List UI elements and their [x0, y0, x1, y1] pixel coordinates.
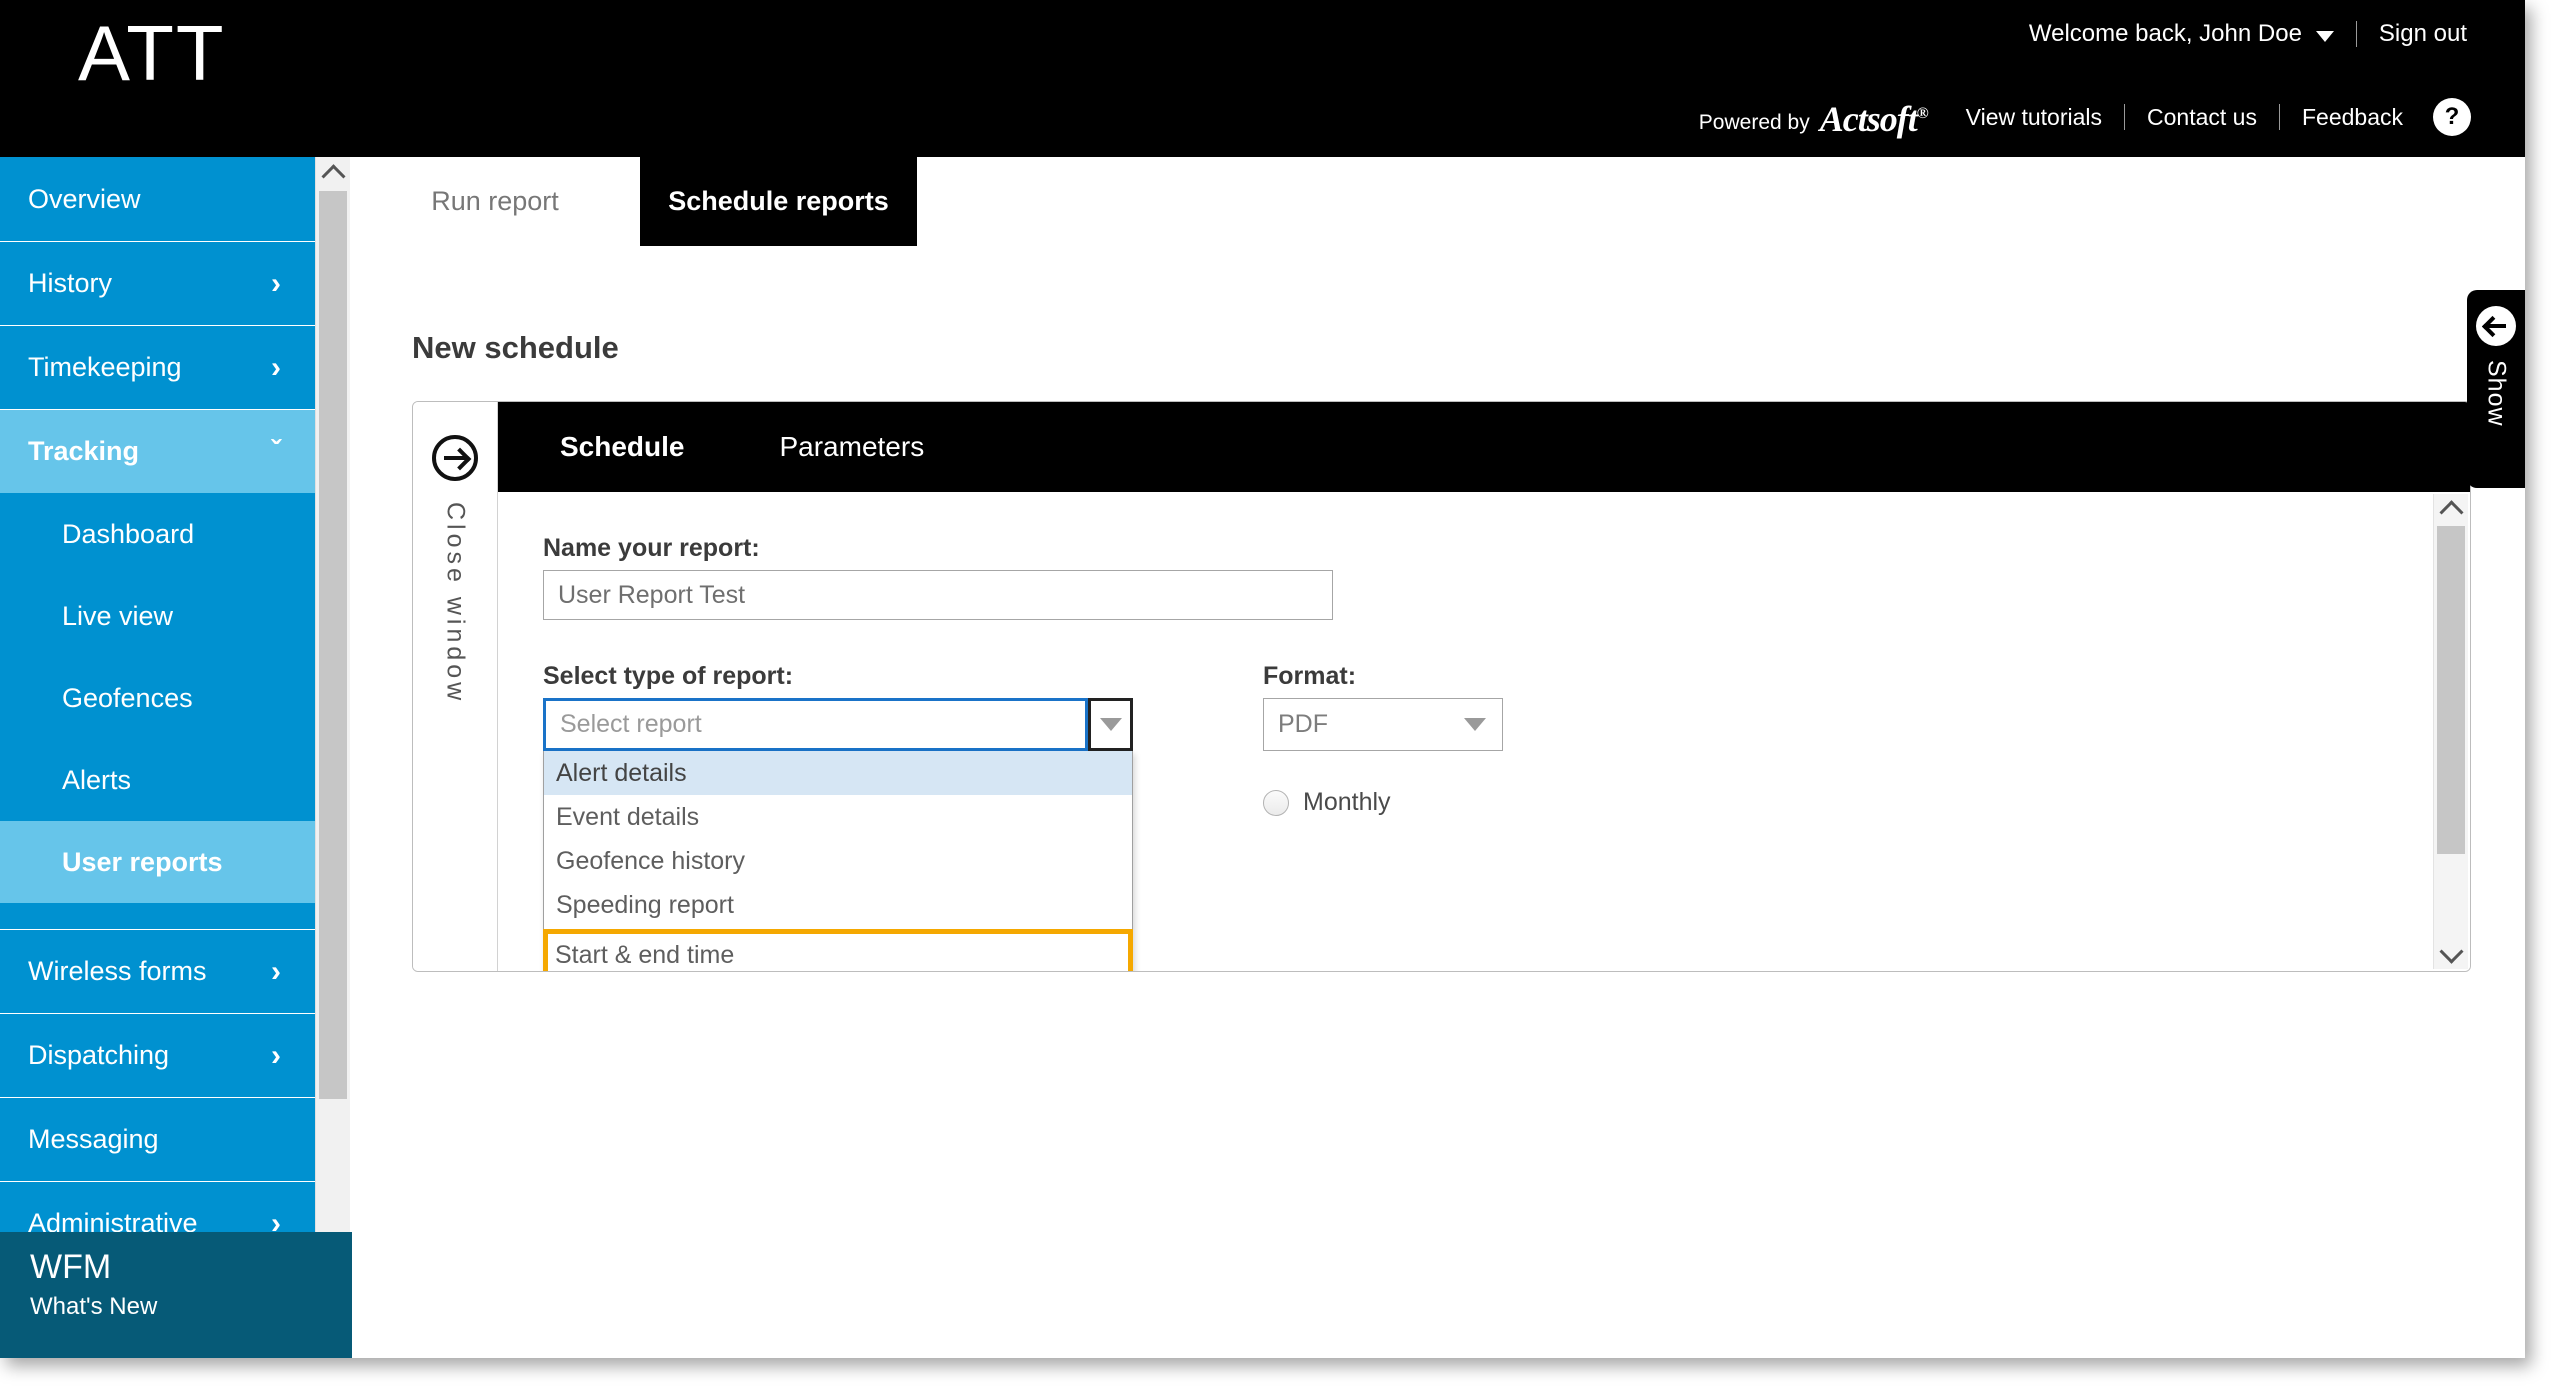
format-label: Format: [1263, 662, 1357, 690]
name-report-input[interactable] [543, 570, 1333, 620]
select-report-type-label: Select type of report: [543, 662, 794, 690]
sidebar-item-dispatching[interactable]: Dispatching › [0, 1013, 315, 1097]
card-close-rail[interactable]: Close window [413, 402, 498, 971]
close-window-arrow-icon[interactable] [432, 435, 478, 481]
card-body: Name your report: Select type of report:… [498, 492, 2470, 971]
top-header: ATT Welcome back, John Doe Sign out Powe… [0, 0, 2525, 157]
actsoft-logo: Actsoft® [1819, 99, 1929, 139]
wfm-title: WFM [30, 1248, 112, 1286]
new-schedule-card: Close window Schedule Parameters Name yo… [412, 401, 2471, 972]
chevron-right-icon: › [271, 1038, 281, 1072]
card-tab-parameters[interactable]: Parameters [779, 431, 924, 463]
brand-logo: ATT [78, 9, 226, 97]
card-tab-schedule[interactable]: Schedule [560, 431, 684, 463]
divider [2355, 21, 2357, 47]
sidebar-item-alerts[interactable]: Alerts [0, 739, 315, 821]
welcome-label: Welcome back, John Doe [2028, 20, 2302, 47]
powered-by-label: Powered by [1698, 111, 1810, 134]
chevron-right-icon: › [271, 350, 281, 384]
header-bottom-right: Powered by Actsoft® View tutorials Conta… [1698, 96, 2471, 139]
tab-label: Run report [431, 186, 559, 216]
sign-out-link[interactable]: Sign out [2379, 20, 2467, 48]
sidebar-item-label: Timekeeping [28, 352, 182, 382]
sidebar-item-timekeeping[interactable]: Timekeeping › [0, 325, 315, 409]
sidebar-item-dashboard[interactable]: Dashboard [0, 493, 315, 575]
option-alert-details[interactable]: Alert details [544, 751, 1132, 795]
sidebar-item-live-view[interactable]: Live view [0, 575, 315, 657]
show-panel-label: Show [2482, 360, 2511, 427]
feedback-link[interactable]: Feedback [2302, 104, 2403, 131]
sidebar-item-label: Geofences [62, 682, 193, 713]
sidebar-item-label: Messaging [28, 1124, 159, 1154]
chevron-down-icon: ˇ [271, 434, 281, 468]
page-title: New schedule [412, 330, 619, 365]
tab-label: Schedule reports [668, 186, 889, 216]
report-type-combo-input[interactable]: Select report [543, 698, 1088, 751]
sidebar-nav: Overview History › Timekeeping › Trackin… [0, 157, 315, 1358]
name-report-label: Name your report: [543, 534, 760, 562]
format-value: PDF [1278, 710, 1328, 738]
sidebar-item-label: Tracking [28, 436, 140, 466]
report-type-dropdown-button[interactable] [1088, 698, 1133, 751]
sidebar-item-label: Dispatching [28, 1040, 170, 1070]
radio-circle-icon[interactable] [1263, 789, 1289, 816]
application-window: ATT Welcome back, John Doe Sign out Powe… [0, 0, 2525, 1358]
frequency-monthly-radio[interactable]: Monthly [1263, 788, 1391, 817]
sidebar-item-label: Overview [28, 183, 141, 214]
close-window-label: Close window [441, 502, 470, 705]
tab-schedule-reports[interactable]: Schedule reports [640, 157, 917, 246]
scroll-down-arrow-icon[interactable] [2434, 939, 2468, 969]
option-geofence-history[interactable]: Geofence history [544, 839, 1132, 883]
scrollbar-thumb[interactable] [319, 191, 347, 1099]
scrollbar-thumb[interactable] [2437, 526, 2465, 854]
sidebar-item-label: History [28, 268, 113, 298]
view-tutorials-link[interactable]: View tutorials [1966, 104, 2102, 131]
sidebar-item-label: Alerts [62, 764, 132, 795]
option-speeding-report[interactable]: Speeding report [544, 883, 1132, 927]
tab-run-report[interactable]: Run report [350, 157, 640, 246]
scroll-up-arrow-icon[interactable] [2434, 494, 2468, 524]
sidebar-item-label: Live view [62, 600, 174, 631]
main-content: New schedule Close window Schedule Param… [350, 246, 2525, 1358]
divider [2278, 104, 2280, 130]
divider [2124, 104, 2126, 130]
powered-by-actsoft: Powered by Actsoft® [1698, 96, 1929, 139]
sidebar-item-wireless-forms[interactable]: Wireless forms › [0, 929, 315, 1013]
sidebar-item-geofences[interactable]: Geofences [0, 657, 315, 739]
option-start-and-end-time[interactable]: Start & end time [543, 929, 1133, 971]
scroll-up-arrow-icon[interactable] [316, 157, 350, 189]
report-type-options-list[interactable]: Alert details Event details Geofence his… [543, 751, 1133, 971]
card-tabbar: Schedule Parameters [498, 402, 2470, 492]
card-scrollbar[interactable] [2433, 494, 2468, 969]
sidebar-item-user-reports[interactable]: User reports [0, 821, 315, 903]
sidebar-item-tracking[interactable]: Tracking ˇ [0, 409, 315, 493]
wfm-whats-new-panel[interactable]: WFM What's New [0, 1232, 352, 1358]
help-icon[interactable]: ? [2433, 98, 2471, 136]
arrow-left-icon[interactable] [2476, 306, 2516, 346]
sidebar-item-label: User reports [62, 846, 223, 877]
chevron-right-icon: › [271, 266, 281, 300]
contact-us-link[interactable]: Contact us [2147, 104, 2257, 131]
monthly-label: Monthly [1303, 788, 1391, 816]
header-top-right: Welcome back, John Doe Sign out [2029, 20, 2467, 48]
show-panel-toggle[interactable]: Show [2467, 290, 2525, 488]
user-menu[interactable]: Welcome back, John Doe [2029, 20, 2334, 48]
report-tabbar: Run report Schedule reports [350, 157, 2525, 247]
format-select[interactable]: PDF [1263, 698, 1503, 751]
chevron-down-icon [1464, 718, 1486, 731]
chevron-right-icon: › [271, 954, 281, 988]
sidebar-item-history[interactable]: History › [0, 241, 315, 325]
sidebar-spacer [0, 903, 315, 929]
wfm-subtitle: What's New [30, 1293, 158, 1321]
sidebar-item-label: Wireless forms [28, 956, 207, 986]
sidebar-scrollbar[interactable] [315, 157, 350, 1259]
report-type-placeholder: Select report [560, 710, 702, 738]
chevron-down-icon [1099, 718, 1122, 731]
chevron-down-icon[interactable] [2315, 30, 2334, 42]
sidebar-item-messaging[interactable]: Messaging [0, 1097, 315, 1181]
sidebar-item-label: Dashboard [62, 518, 195, 549]
option-event-details[interactable]: Event details [544, 795, 1132, 839]
sidebar-item-overview[interactable]: Overview [0, 157, 315, 241]
